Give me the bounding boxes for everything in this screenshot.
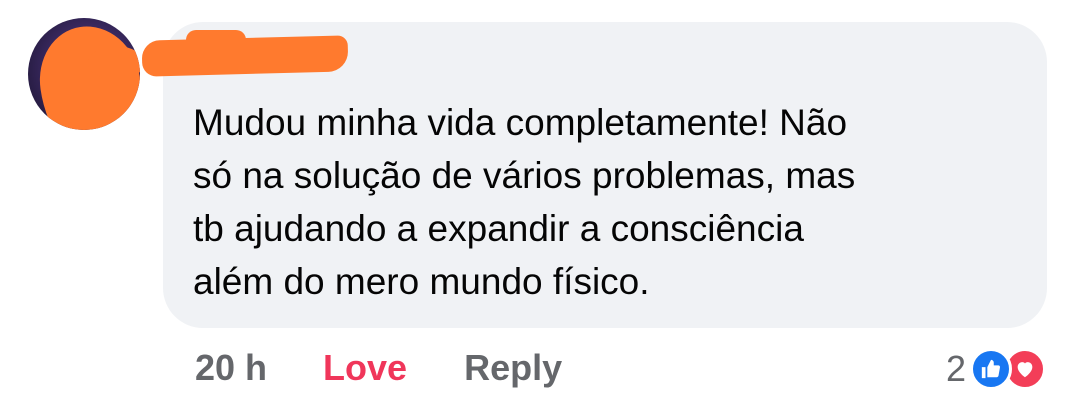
avatar[interactable] bbox=[28, 18, 140, 130]
love-reaction-button[interactable]: Love bbox=[323, 347, 407, 389]
reaction-count: 2 bbox=[945, 348, 966, 389]
comment-actions: 20 h Love Reply bbox=[195, 344, 562, 392]
comment-timestamp[interactable]: 20 h bbox=[195, 347, 267, 389]
avatar-redaction-stroke bbox=[88, 46, 140, 80]
reply-button[interactable]: Reply bbox=[464, 347, 562, 389]
comment-text: Mudou minha vida completamente! Não só n… bbox=[193, 102, 856, 302]
reaction-summary[interactable]: 2 bbox=[946, 346, 1046, 392]
like-icon bbox=[970, 348, 1012, 390]
author-name-redaction-stroke bbox=[186, 30, 246, 50]
